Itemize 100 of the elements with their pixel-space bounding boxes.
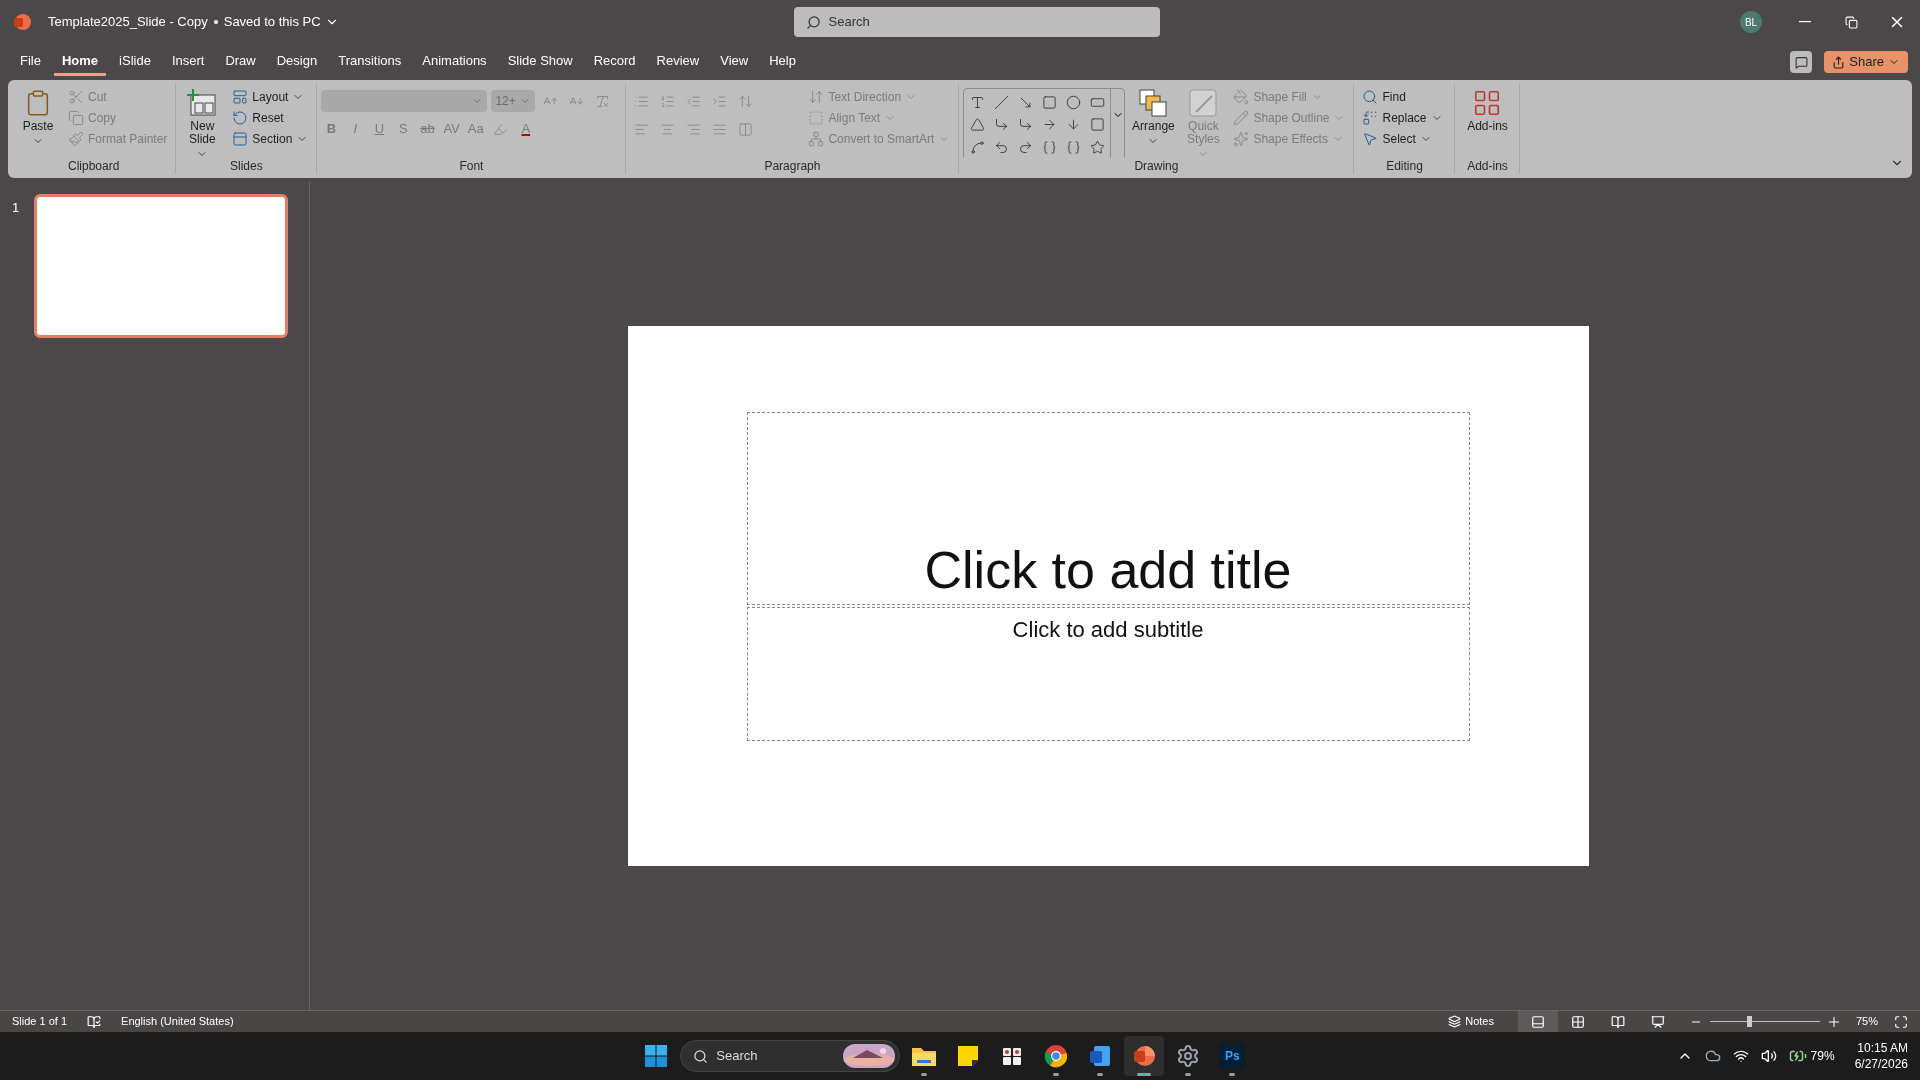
running-indicator xyxy=(1137,1073,1152,1076)
menu-tab[interactable]: Animations xyxy=(414,48,495,76)
app-logo: Ps xyxy=(1220,1044,1245,1068)
search-field[interactable]: Search xyxy=(793,7,1160,37)
sticky-note-icon xyxy=(956,1044,981,1068)
wifi-icon[interactable] xyxy=(1732,1048,1749,1064)
clock-time[interactable]: 10:15 AM xyxy=(1857,1040,1908,1056)
menu-tab[interactable]: iSlide xyxy=(111,48,159,76)
comments-button[interactable] xyxy=(1790,51,1813,73)
replace-icon xyxy=(1362,109,1379,126)
normal-view-icon[interactable] xyxy=(1518,1010,1558,1033)
zoom-in-icon[interactable] xyxy=(1828,1015,1840,1028)
menu-tab[interactable]: Help xyxy=(761,48,804,76)
comment-icon xyxy=(1794,55,1808,69)
taskbar-search-field[interactable]: Search xyxy=(680,1040,901,1072)
browser-icon xyxy=(1044,1044,1069,1068)
taskbar-app[interactable] xyxy=(1124,1036,1165,1076)
menu-tab[interactable]: Transitions xyxy=(330,48,410,76)
pencil-icon xyxy=(1233,109,1250,126)
menu-tab[interactable]: Home xyxy=(53,48,107,76)
clock-date[interactable]: 6/27/2026 xyxy=(1854,1056,1908,1072)
taskbar-app[interactable]: Ps xyxy=(1212,1036,1253,1076)
quick-styles-icon xyxy=(1188,88,1219,118)
group-label: Editing xyxy=(1386,158,1423,175)
windows-logo[interactable] xyxy=(644,1044,669,1068)
notes-icon xyxy=(1448,1015,1462,1028)
paint-bucket-icon xyxy=(1233,88,1250,105)
account-avatar[interactable]: BL xyxy=(1740,11,1762,33)
ribbon-button[interactable]: Layout xyxy=(228,86,313,107)
pointer-icon xyxy=(1362,130,1379,147)
group-label: Add-ins xyxy=(1467,158,1508,175)
copy-icon xyxy=(68,109,84,126)
group-label: Font xyxy=(459,158,484,175)
search-icon xyxy=(693,1048,709,1064)
document-app-icon xyxy=(1088,1044,1113,1068)
language-label[interactable]: English (United States) xyxy=(121,1013,234,1030)
running-indicator xyxy=(1097,1073,1104,1076)
ribbon-button[interactable]: Find xyxy=(1358,86,1451,107)
restore-icon xyxy=(1844,15,1858,29)
text-direction-icon xyxy=(808,88,825,105)
ribbon-button[interactable]: Replace xyxy=(1358,107,1451,128)
layout-icon xyxy=(232,88,249,105)
settings-icon xyxy=(1176,1044,1201,1068)
ribbon-large-button[interactable]: Paste xyxy=(16,86,60,147)
align-text-icon xyxy=(808,109,825,126)
notes-button[interactable]: Notes xyxy=(1440,1010,1502,1033)
ribbon-large-button[interactable]: New Slide xyxy=(180,86,225,158)
app-logo xyxy=(12,12,32,32)
shapes-gallery[interactable] xyxy=(963,88,1126,158)
group-label: Drawing xyxy=(1134,158,1179,175)
share-button[interactable]: Share xyxy=(1824,51,1908,73)
menu-tab[interactable]: Draw xyxy=(217,48,264,76)
running-indicator xyxy=(1053,1073,1060,1076)
ribbon-button[interactable]: Section xyxy=(228,128,313,149)
search-icon xyxy=(1362,88,1379,105)
smartart-icon xyxy=(808,130,825,147)
document-title: Template2025_Slide - Copy xyxy=(48,13,208,32)
zoom-percentage[interactable]: 75% xyxy=(1856,1013,1886,1030)
fit-to-window-icon[interactable] xyxy=(1894,1014,1908,1029)
title-placeholder[interactable]: Click to add title xyxy=(746,412,1470,605)
volume-icon[interactable] xyxy=(1760,1048,1777,1064)
save-status[interactable]: Saved to this PC xyxy=(223,12,339,32)
menu-tab[interactable]: Slide Show xyxy=(499,48,581,76)
new-slide-icon xyxy=(187,88,218,118)
ribbon-button[interactable]: Reset xyxy=(228,107,313,128)
running-indicator xyxy=(1185,1073,1192,1076)
group-label: Clipboard xyxy=(68,158,120,175)
cloud-icon[interactable] xyxy=(1704,1048,1721,1064)
menu-tab[interactable]: View xyxy=(712,48,757,76)
ribbon-button[interactable]: Select xyxy=(1358,128,1451,149)
group-label: Slides xyxy=(230,158,263,175)
ribbon-large-button[interactable]: Add-ins xyxy=(1459,86,1516,133)
section-icon xyxy=(232,130,249,147)
slide-number: 1 xyxy=(11,199,21,217)
arrange-icon xyxy=(1138,88,1169,118)
accessibility-icon[interactable] xyxy=(87,1014,102,1029)
running-indicator xyxy=(1229,1073,1236,1076)
menu-tab[interactable]: Design xyxy=(268,48,326,76)
menu-tab[interactable]: Record xyxy=(585,48,644,76)
slide-thumbnail[interactable] xyxy=(34,194,288,338)
zoom-slider[interactable] xyxy=(1710,1015,1820,1028)
battery-percentage: 79% xyxy=(1810,1048,1835,1065)
menu-tab[interactable]: Review xyxy=(648,48,708,76)
minimize-icon xyxy=(1799,21,1811,23)
reset-icon xyxy=(232,109,249,126)
presentation-app-icon xyxy=(1132,1044,1157,1068)
share-icon xyxy=(1832,55,1846,69)
folder-icon xyxy=(911,1045,938,1067)
menu-tab[interactable]: Insert xyxy=(163,48,213,76)
search-icon xyxy=(805,14,821,30)
menu-tab[interactable]: File xyxy=(12,48,49,76)
subtitle-placeholder[interactable]: Click to add subtitle xyxy=(746,607,1470,741)
slider-thumb[interactable] xyxy=(1746,1016,1752,1027)
paintbrush-icon xyxy=(68,130,84,147)
sparkles-icon xyxy=(1233,130,1250,147)
ribbon-large-button[interactable]: Arrange xyxy=(1129,86,1178,147)
scissors-icon xyxy=(68,88,84,105)
slide-counter: Slide 1 of 1 xyxy=(12,1014,68,1030)
running-indicator xyxy=(921,1073,928,1076)
group-label: Paragraph xyxy=(764,158,821,175)
